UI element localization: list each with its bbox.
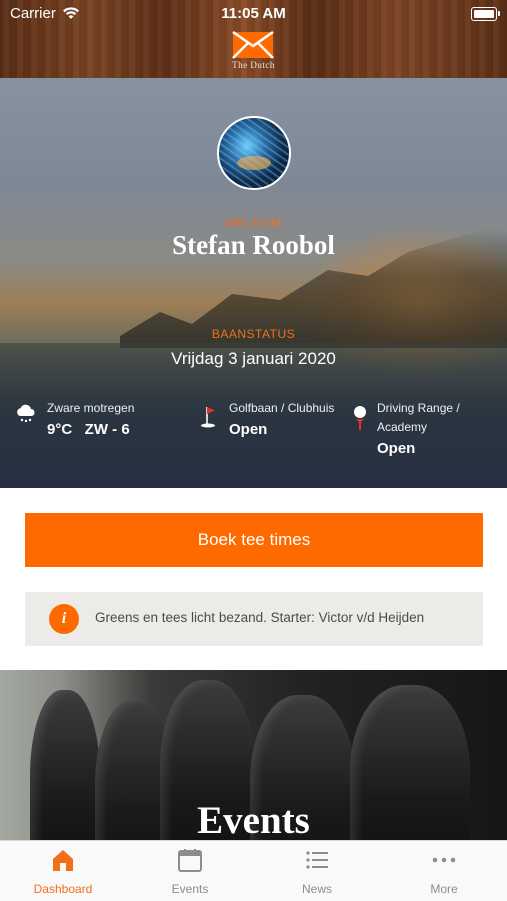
weather-description: Zware motregen [47,401,135,415]
avatar[interactable] [217,116,291,190]
golf-course-info: Golfbaan / Clubhuis Open [229,399,334,438]
more-icon [432,857,456,863]
status-bar: Carrier 11:05 AM [0,0,507,28]
weather-value: 9°C ZW - 6 [47,421,130,438]
tab-dashboard[interactable]: Dashboard [0,841,126,901]
status-time: 11:05 AM [221,5,286,22]
welcome-label: WELKOM [225,216,282,230]
user-name: Stefan Roobol [172,230,335,260]
envelope-logo-icon [232,30,274,59]
tab-bar: Dashboard Events News More [0,840,507,901]
golf-course-status: Open [229,421,268,438]
logo-text: The Dutch [232,60,275,70]
golf-flag-icon [201,407,215,428]
driving-range-status: Open [377,440,416,457]
driving-range-label: Driving Range / Academy [377,401,460,434]
cloud-rain-icon [17,404,35,423]
golf-course-label: Golfbaan / Clubhuis [229,401,335,415]
calendar-icon [178,849,202,872]
tab-news[interactable]: News [254,841,380,901]
events-banner[interactable]: Events [0,670,507,840]
tab-label: Events [171,882,209,896]
tab-label: More [430,882,458,896]
battery-icon [471,7,500,21]
events-title: Events [197,799,310,840]
notice-banner: i Greens en tees licht bezand. Starter: … [25,592,483,646]
tab-more[interactable]: More [381,841,507,901]
course-status-label: BAANSTATUS [211,327,296,341]
status-date: Vrijdag 3 januari 2020 [171,349,336,368]
info-icon: i [49,604,79,634]
weather-info: Zware motregen 9°C ZW - 6 [47,399,134,438]
golf-ball-tee-icon [354,406,366,430]
tab-label: News [301,882,332,896]
notice-text: Greens en tees licht bezand. Starter: Vi… [95,610,425,625]
club-logo: The Dutch [226,30,281,72]
book-tee-times-button[interactable]: Boek tee times [25,513,483,567]
home-icon [53,850,73,871]
driving-range-info: Driving Range / Academy Open [377,399,487,457]
tab-events[interactable]: Events [127,841,253,901]
tab-label: Dashboard [33,882,93,896]
list-icon [306,851,328,869]
